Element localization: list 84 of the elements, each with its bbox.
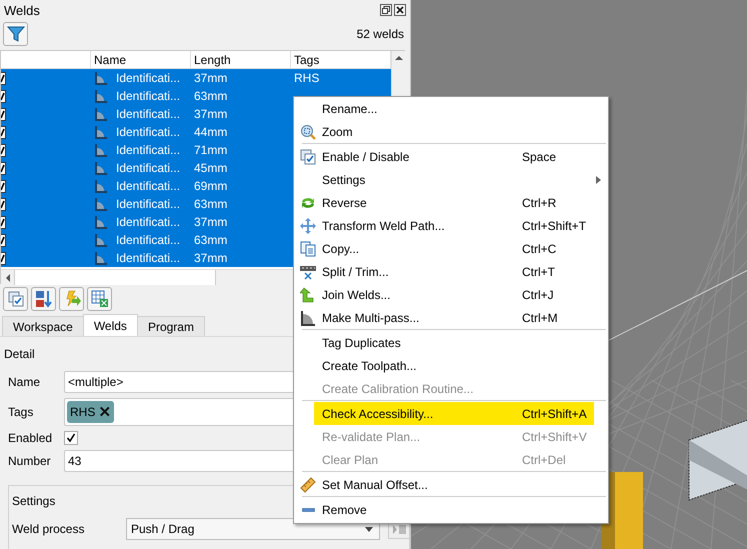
length-cell-text: 69mm (193, 178, 228, 195)
weld-icon (94, 197, 108, 211)
header-cell[interactable] (1, 51, 91, 69)
column-header[interactable]: Length (191, 51, 291, 69)
name-cell: Identificati... (116, 89, 180, 103)
enabled-checkbox[interactable] (64, 431, 78, 445)
copy-icon (300, 240, 316, 256)
tab[interactable]: Program (136, 316, 205, 336)
table-row[interactable]: Identificati... 37mm RHS (1, 69, 391, 87)
ruler-icon (300, 476, 316, 492)
filter-button[interactable] (3, 22, 28, 46)
checklist-icon (300, 148, 316, 164)
column-header[interactable]: Name (91, 51, 191, 69)
name-cell: Identificati... (116, 143, 180, 157)
menu-item[interactable]: Tag Duplicates (296, 331, 606, 354)
tab[interactable]: Workspace (2, 316, 84, 336)
name-cell: Identificati... (116, 179, 180, 193)
minus-icon (302, 508, 314, 512)
weld-icon (94, 125, 108, 139)
name-cell: Identificati... (116, 161, 180, 175)
table-export-icon (90, 290, 108, 308)
field-label: Name (8, 375, 42, 389)
weld-icon (94, 215, 108, 229)
field-label: Tags (8, 405, 34, 419)
split-icon (300, 264, 316, 280)
enable-toggle-button[interactable] (3, 287, 28, 311)
close-button[interactable] (394, 4, 406, 16)
play-stop-icon (392, 524, 406, 534)
weld-icon (94, 179, 108, 193)
sort-button[interactable] (31, 287, 56, 311)
length-cell-text: 63mm (193, 232, 228, 249)
tag-remove-button[interactable]: ✕ (98, 403, 112, 421)
length-cell-text: 63mm (193, 88, 228, 105)
length-cell-text: 71mm (193, 142, 228, 159)
name-cell: Identificati... (116, 71, 180, 85)
checklist-icon (8, 291, 24, 307)
menu-item[interactable]: Check Accessibility... Ctrl+Shift+A (314, 402, 594, 425)
process-dropdown[interactable]: Push / Drag (126, 518, 380, 540)
length-cell-text: 44mm (193, 124, 228, 141)
length-cell-text: 37mm (193, 106, 228, 123)
column-header[interactable]: Tags (291, 51, 391, 69)
export-button[interactable] (87, 287, 112, 311)
length-cell-text: 37mm (193, 250, 228, 267)
menu-item[interactable]: Remove (296, 498, 606, 521)
tab[interactable]: Welds (82, 314, 138, 336)
float-button[interactable] (380, 4, 392, 16)
weld-count: 52 welds (356, 27, 404, 41)
move-icon (300, 218, 316, 234)
section-heading: Detail (4, 347, 36, 361)
name-cell: Identificati... (116, 215, 180, 229)
weld-icon (94, 233, 108, 247)
multipass-icon (300, 310, 316, 326)
length-cell-text: 45mm (193, 160, 228, 177)
field-label: Enabled (8, 431, 54, 445)
dropdown-arrow-icon (365, 526, 373, 532)
weld-icon (94, 143, 108, 157)
name-cell: Identificati... (116, 233, 180, 247)
scroll-left-icon[interactable] (6, 274, 10, 282)
panel-title: Welds (4, 2, 40, 18)
length-cell-text: 37mm (193, 70, 228, 87)
zoom-icon (300, 124, 316, 140)
name-cell: Identificati... (116, 125, 180, 139)
weld-icon (94, 107, 108, 121)
weld-icon (94, 71, 108, 85)
weld-icon (94, 89, 108, 103)
sort-icon (34, 290, 52, 308)
length-cell-text: 37mm (193, 214, 228, 231)
field-label: Number (8, 454, 52, 468)
menu-item[interactable]: Set Manual Offset... (296, 473, 606, 496)
weld-icon (94, 251, 108, 265)
scroll-up-icon[interactable] (395, 56, 403, 60)
join-icon (300, 286, 316, 302)
filter-icon (6, 25, 24, 43)
name-cell: Identificati... (116, 251, 180, 265)
length-cell-text: 63mm (193, 196, 228, 213)
menu-item[interactable]: Make Multi-pass... Ctrl+M (296, 306, 606, 329)
weld-icon (94, 161, 108, 175)
menu-item[interactable]: Join Welds... Ctrl+J (296, 283, 606, 306)
tag-text: RHS (70, 405, 96, 419)
tags-cell-text: RHS (293, 70, 320, 87)
field-label: Weld process (12, 522, 86, 536)
name-cell: Identificati... (116, 197, 180, 211)
name-cell: Identificati... (116, 107, 180, 121)
group-heading: Settings (12, 494, 56, 508)
